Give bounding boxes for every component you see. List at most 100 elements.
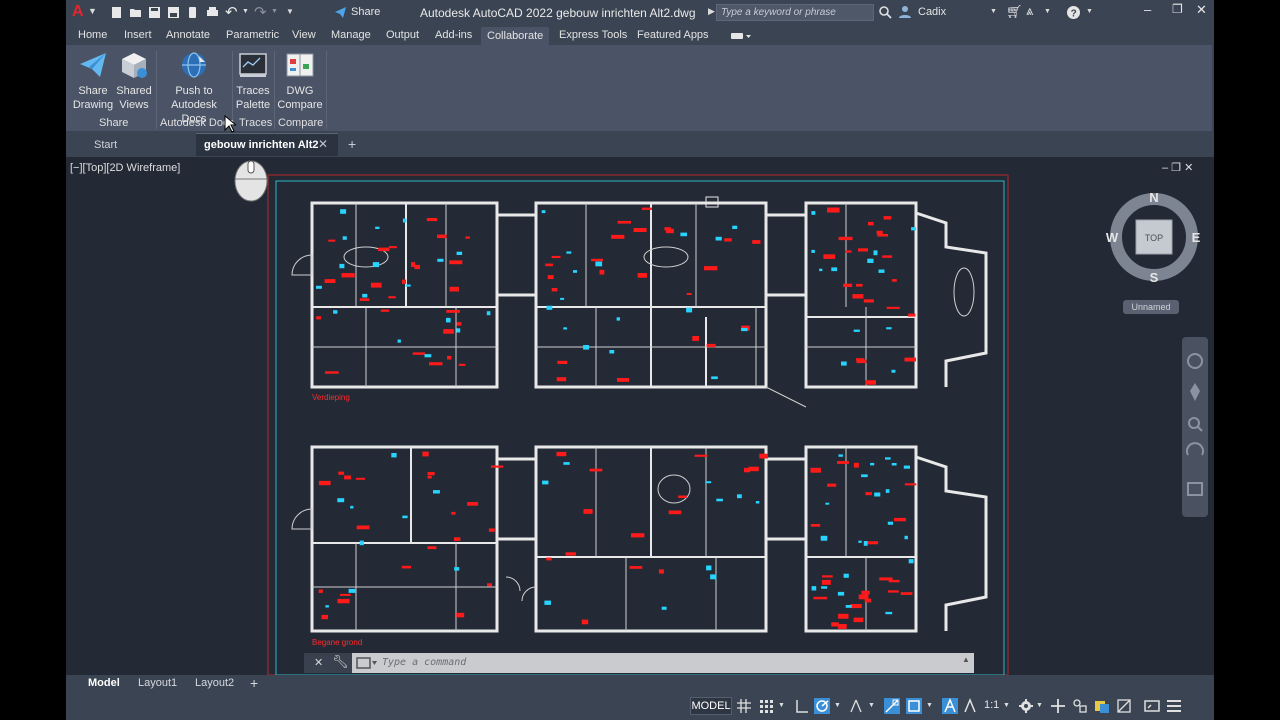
osnap-dropdown-icon[interactable]: ▼	[926, 702, 933, 709]
tab-model[interactable]: Model	[88, 677, 120, 689]
compass-south[interactable]: S	[1150, 270, 1159, 285]
tab-annotate[interactable]: Annotate	[166, 29, 210, 41]
ortho-icon[interactable]	[794, 698, 810, 714]
user-dropdown-icon[interactable]: ▼	[990, 8, 997, 15]
compass-north[interactable]: N	[1149, 190, 1158, 205]
ribbon-minimize-icon[interactable]	[730, 31, 752, 41]
push-to-autodesk-docs-button[interactable]: Push to Autodesk Docs	[158, 50, 230, 126]
drawing-viewport[interactable]: Verdieping Begane grond [−][Top][2D Wire…	[66, 157, 1214, 675]
web-mobile-icon[interactable]	[186, 6, 199, 19]
close-window-icon[interactable]: ✕	[1196, 2, 1207, 18]
save-icon[interactable]	[148, 6, 161, 19]
compass-west[interactable]: W	[1106, 230, 1119, 245]
tab-manage[interactable]: Manage	[331, 29, 371, 41]
customization-menu-icon[interactable]	[1166, 698, 1182, 714]
isodraft-dropdown-icon[interactable]: ▼	[868, 702, 875, 709]
tab-home[interactable]: Home	[78, 29, 107, 41]
auto-scale-icon[interactable]	[962, 698, 978, 714]
customize-wrench-icon[interactable]: 🔧︎	[332, 654, 349, 670]
tab-view[interactable]: View	[292, 29, 316, 41]
object-snap-tracking-icon[interactable]	[884, 698, 900, 714]
quick-properties-icon[interactable]	[1094, 698, 1110, 714]
object-snap-icon[interactable]	[906, 698, 922, 714]
units-icon[interactable]	[1072, 698, 1088, 714]
search-expand-icon[interactable]: ▶	[708, 6, 715, 17]
plot-icon[interactable]	[206, 6, 219, 19]
help-icon[interactable]: ?	[1066, 5, 1081, 20]
help-dropdown-icon[interactable]: ▼	[1086, 8, 1093, 15]
start-tab[interactable]: Start	[94, 139, 117, 151]
navigation-bar[interactable]	[1182, 337, 1208, 517]
tab-express-tools[interactable]: Express Tools	[559, 29, 627, 41]
close-tab-icon[interactable]: ✕	[318, 137, 328, 151]
dwg-compare-button[interactable]: DWG Compare	[276, 50, 324, 112]
tab-insert[interactable]: Insert	[124, 29, 152, 41]
panel-title-compare[interactable]: Compare	[278, 117, 323, 129]
snap-dropdown-icon[interactable]: ▼	[778, 702, 785, 709]
tab-add-ins[interactable]: Add-ins	[435, 29, 472, 41]
floor-plan-drawing[interactable]: Verdieping Begane grond	[66, 157, 1214, 675]
autodesk-a360-icon[interactable]: ⩓	[1026, 3, 1033, 19]
panel-title-share[interactable]: Share	[99, 117, 128, 129]
workspace-dropdown-icon[interactable]: ▼	[1036, 702, 1043, 709]
save-as-icon[interactable]	[167, 6, 180, 19]
isodraft-icon[interactable]	[848, 698, 864, 714]
scale-dropdown-icon[interactable]: ▼	[1003, 702, 1010, 709]
showmotion-icon[interactable]	[1187, 482, 1203, 496]
command-input[interactable]: Type a command ▲	[352, 653, 974, 673]
pan-hand-icon[interactable]	[1190, 383, 1200, 401]
add-layout-button[interactable]: +	[250, 675, 258, 691]
viewport-controls-label[interactable]: [−][Top][2D Wireframe]	[70, 162, 180, 174]
command-line[interactable]: ✕ 🔧︎ Type a command ▲	[304, 653, 974, 673]
undo-icon[interactable]: ↶	[225, 3, 238, 21]
annotation-scale[interactable]: 1:1	[984, 699, 999, 711]
recent-commands-icon[interactable]	[356, 657, 378, 669]
polar-dropdown-icon[interactable]: ▼	[834, 702, 841, 709]
tab-collaborate[interactable]: Collaborate	[481, 27, 550, 45]
grid-icon[interactable]	[736, 698, 752, 714]
shared-views-button[interactable]: Shared Views	[114, 50, 154, 112]
command-line-up-icon[interactable]: ▲	[962, 655, 970, 664]
new-file-icon[interactable]	[110, 6, 123, 19]
tab-featured-apps[interactable]: Featured Apps	[637, 29, 709, 41]
user-icon[interactable]	[898, 5, 912, 19]
model-space-button[interactable]: MODEL	[690, 697, 732, 715]
polar-tracking-icon[interactable]	[814, 698, 830, 714]
traces-palette-button[interactable]: Traces Palette	[234, 50, 272, 112]
viewport-window-controls[interactable]: ‒ ❐ ✕	[1162, 161, 1193, 174]
share-button[interactable]: Share	[351, 6, 380, 18]
ucs-menu[interactable]: Unnamed	[1123, 300, 1179, 314]
minimize-window-icon[interactable]: ‒	[1144, 2, 1151, 17]
workspace-gear-icon[interactable]	[1018, 698, 1034, 714]
isolate-objects-icon[interactable]	[1116, 698, 1132, 714]
redo-dropdown-icon[interactable]: ▼	[271, 8, 278, 15]
panel-title-traces[interactable]: Traces	[239, 117, 272, 129]
app-logo[interactable]: A	[72, 3, 84, 21]
open-folder-icon[interactable]	[129, 6, 142, 19]
annotation-visibility-icon[interactable]	[942, 698, 958, 714]
new-tab-button[interactable]: +	[348, 136, 356, 152]
search-icon[interactable]	[878, 5, 892, 19]
zoom-icon[interactable]	[1188, 417, 1200, 429]
tab-layout2[interactable]: Layout2	[195, 677, 234, 689]
cart-icon[interactable]: 🛒︎	[1006, 4, 1023, 20]
snap-icon[interactable]	[758, 698, 774, 714]
app-menu-chevron-icon[interactable]: ▼	[88, 6, 97, 16]
customize-qat-icon[interactable]: ▼	[286, 7, 294, 16]
full-screen-icon[interactable]	[1144, 698, 1160, 714]
steering-wheel-icon[interactable]	[1187, 353, 1203, 369]
tab-parametric[interactable]: Parametric	[226, 29, 279, 41]
restore-window-icon[interactable]: ❐	[1172, 2, 1183, 16]
orbit-icon[interactable]	[1186, 442, 1204, 456]
tab-layout1[interactable]: Layout1	[138, 677, 177, 689]
search-input[interactable]: Type a keyword or phrase	[716, 4, 874, 21]
panel-title-autodesk-docs[interactable]: Autodesk Docs	[160, 117, 234, 129]
plus-icon[interactable]	[1050, 698, 1066, 714]
undo-dropdown-icon[interactable]: ▼	[242, 8, 249, 15]
compass-east[interactable]: E	[1192, 230, 1201, 245]
close-command-line-icon[interactable]: ✕	[314, 656, 323, 669]
share-plane-icon[interactable]	[334, 6, 347, 19]
a360-dropdown-icon[interactable]: ▼	[1044, 8, 1051, 15]
user-name[interactable]: Cadix	[918, 6, 946, 18]
document-tab[interactable]: gebouw inrichten Alt2 ✕	[196, 133, 338, 156]
